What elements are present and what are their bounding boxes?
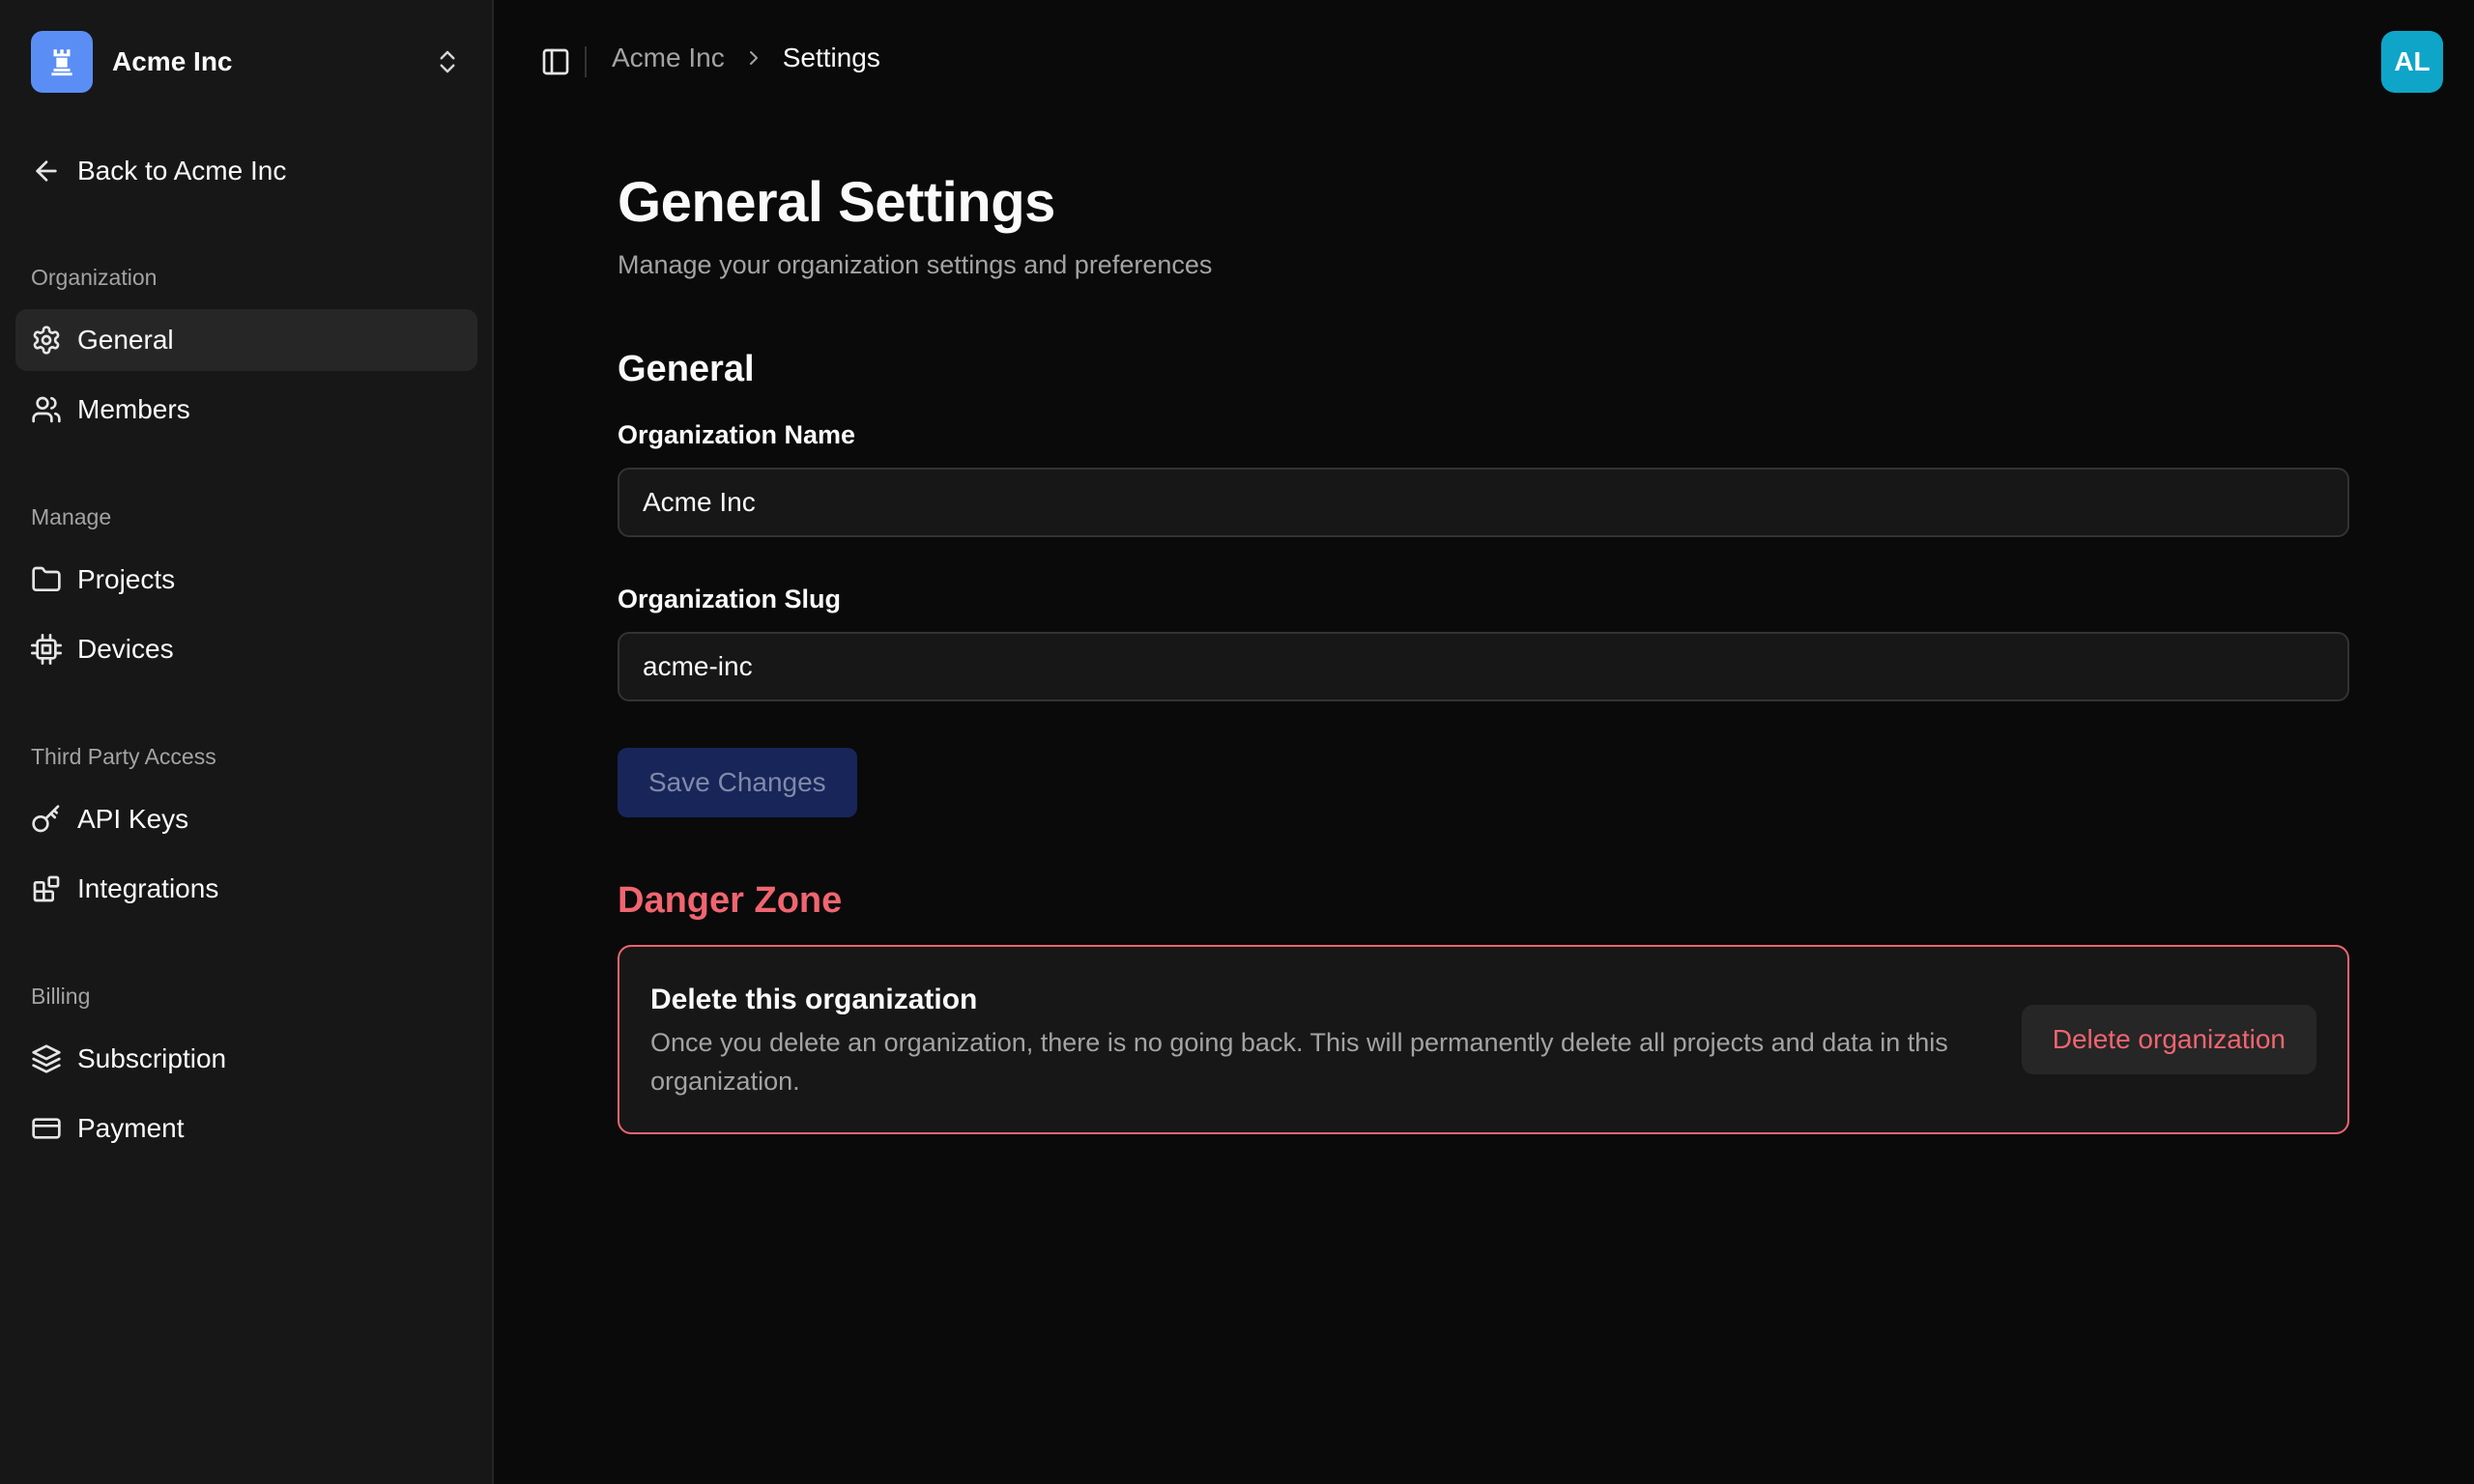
sidebar-item-label: Integrations	[77, 873, 219, 903]
user-avatar[interactable]: AL	[2381, 31, 2443, 93]
sidebar-toggle-button[interactable]	[529, 39, 583, 85]
back-to-org-link[interactable]: Back to Acme Inc	[15, 145, 477, 197]
danger-card-title: Delete this organization	[650, 984, 978, 1015]
sidebar-group-billing: Billing	[31, 984, 91, 1009]
sidebar-item-label: API Keys	[77, 804, 189, 834]
folder-icon	[32, 566, 61, 591]
layers-icon	[32, 1044, 61, 1073]
arrow-left-icon	[36, 160, 57, 182]
sidebar-item-devices[interactable]: Devices	[15, 618, 477, 680]
delete-organization-button[interactable]: Delete organization	[2021, 1005, 2316, 1074]
sidebar-item-integrations[interactable]: Integrations	[15, 858, 477, 920]
sidebar-item-members[interactable]: Members	[15, 379, 477, 441]
danger-card-description: Once you delete an organization, there i…	[650, 1028, 1948, 1096]
org-name: Acme Inc	[112, 46, 233, 76]
sidebar-item-label: Payment	[77, 1113, 185, 1143]
sidebar-group-organization: Organization	[31, 265, 158, 290]
sidebar-item-label: General	[77, 325, 174, 355]
app-root: Acme Inc Back to Acme Inc Organization G…	[0, 0, 2474, 1484]
main-content: Acme Inc Settings AL General Settings Ma…	[494, 0, 2474, 1484]
danger-card-text: Delete this organization Once you delete…	[650, 979, 2022, 1100]
org-name-label: Organization Name	[618, 420, 856, 449]
save-changes-button[interactable]: Save Changes	[618, 748, 857, 817]
chevrons-up-down-icon	[440, 50, 455, 73]
settings-content: General Settings Manage your organizatio…	[618, 164, 2349, 1134]
key-icon	[32, 805, 60, 833]
credit-card-icon	[32, 1118, 61, 1139]
gear-icon	[33, 326, 60, 355]
org-slug-label: Organization Slug	[618, 585, 842, 614]
breadcrumb-org-link[interactable]: Acme Inc	[612, 43, 725, 73]
page-subtitle: Manage your organization settings and pr…	[618, 250, 1213, 279]
sidebar-group-manage: Manage	[31, 504, 112, 529]
org-logo	[31, 31, 93, 93]
org-slug-input[interactable]	[618, 632, 2349, 701]
back-link-label: Back to Acme Inc	[77, 156, 287, 186]
chevron-right-icon	[749, 51, 758, 65]
sidebar: Acme Inc Back to Acme Inc Organization G…	[0, 0, 494, 1484]
danger-zone-title: Danger Zone	[618, 880, 843, 921]
breadcrumb: Acme Inc Settings	[612, 43, 880, 73]
sidebar-item-label: Projects	[77, 564, 176, 594]
chess-rook-icon	[51, 49, 72, 76]
sidebar-item-label: Subscription	[77, 1043, 227, 1073]
topbar-divider	[585, 46, 587, 77]
cpu-chip-icon	[31, 634, 62, 665]
panel-left-icon	[542, 48, 569, 75]
sidebar-item-api-keys[interactable]: API Keys	[15, 788, 477, 850]
danger-zone-card: Delete this organization Once you delete…	[618, 945, 2349, 1134]
sidebar-group-third-party-access: Third Party Access	[31, 744, 216, 769]
page-title: General Settings	[618, 171, 1055, 234]
sidebar-item-subscription[interactable]: Subscription	[15, 1028, 477, 1090]
users-icon	[32, 396, 61, 423]
sidebar-item-projects[interactable]: Projects	[15, 549, 477, 611]
sidebar-item-general[interactable]: General	[15, 309, 477, 371]
blocks-icon	[33, 875, 60, 902]
breadcrumb-current: Settings	[782, 43, 880, 72]
top-bar: Acme Inc Settings AL	[494, 0, 2474, 124]
sidebar-item-label: Members	[77, 394, 190, 424]
org-name-input[interactable]	[618, 468, 2349, 537]
org-switcher[interactable]: Acme Inc	[15, 23, 477, 100]
sidebar-item-label: Devices	[77, 634, 174, 664]
general-section-title: General	[618, 349, 755, 389]
sidebar-item-payment[interactable]: Payment	[15, 1098, 477, 1159]
